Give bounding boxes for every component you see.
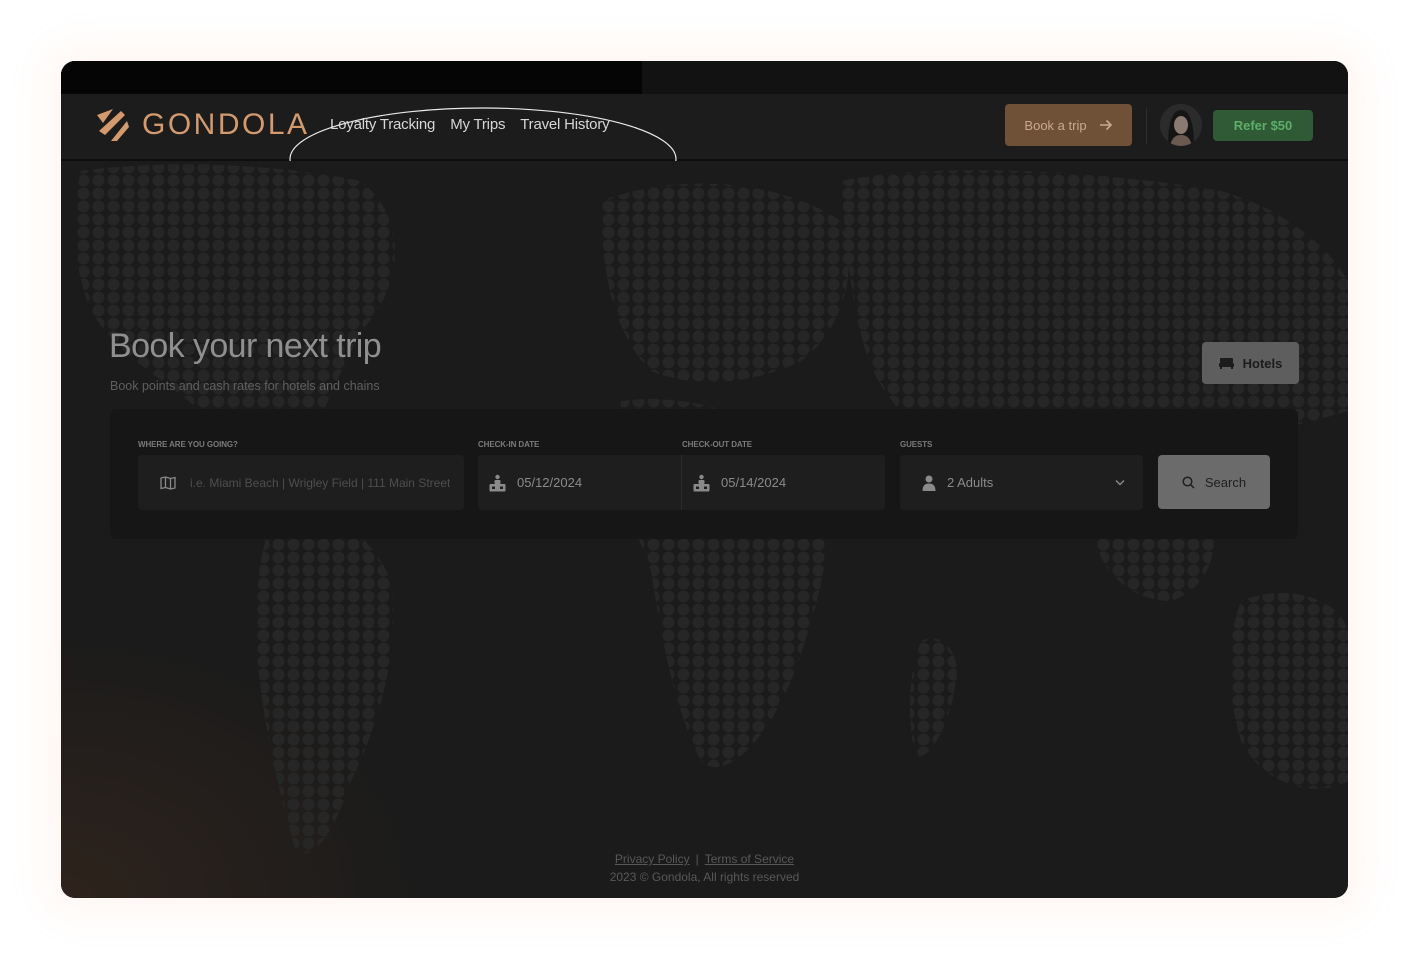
checkin-icon [489, 474, 506, 491]
footer: Privacy Policy | Terms of Service 2023 ©… [61, 852, 1348, 884]
search-label: Search [1204, 474, 1247, 490]
arrow-right-icon [1099, 119, 1112, 131]
checkin-label: CHECK-IN DATE [478, 440, 540, 449]
copyright-text: 2023 © Gondola, All rights reserved [609, 870, 800, 884]
map-icon [160, 475, 176, 490]
gondola-logo-icon [97, 109, 129, 141]
book-trip-button[interactable]: Book a trip [1005, 104, 1132, 146]
checkout-field[interactable]: 05/14/2024 [682, 455, 885, 510]
user-photo-icon [1160, 104, 1202, 146]
search-panel: WHERE ARE YOU GOING? CHECK-IN DATE 05/12… [110, 409, 1298, 539]
footer-separator: | [695, 852, 699, 866]
checkin-field[interactable]: 05/12/2024 [478, 455, 681, 510]
app-window: GONDOLA Loyalty Tracking My Trips Travel… [61, 61, 1348, 898]
refer-button[interactable]: Refer $50 [1213, 110, 1313, 141]
person-icon [922, 475, 936, 491]
chevron-down-icon [1115, 480, 1125, 486]
header-divider [1146, 108, 1147, 144]
search-icon [1182, 475, 1195, 489]
hotels-label: Hotels [1242, 355, 1283, 371]
brand-logo[interactable]: GONDOLA [95, 107, 310, 143]
destination-label: WHERE ARE YOU GOING? [138, 440, 238, 449]
guests-value: 2 Adults [947, 475, 994, 490]
privacy-policy-link[interactable]: Privacy Policy [615, 852, 690, 866]
avatar[interactable] [1160, 104, 1202, 146]
terms-of-service-link[interactable]: Terms of Service [705, 852, 794, 866]
checkout-icon [693, 474, 710, 491]
checkout-value: 05/14/2024 [721, 475, 787, 490]
book-trip-label: Book a trip [1024, 117, 1087, 133]
hero-section: Book your next trip Book points and cash… [61, 161, 1348, 898]
guests-label: GUESTS [900, 440, 933, 449]
checkin-value: 05/12/2024 [517, 475, 583, 490]
checkout-label: CHECK-OUT DATE [682, 440, 753, 449]
page-subtitle: Book points and cash rates for hotels an… [110, 379, 380, 393]
brand-name: GONDOLA [142, 108, 310, 141]
destination-input[interactable] [188, 474, 452, 491]
bed-icon [1218, 358, 1234, 369]
guests-select[interactable]: 2 Adults [900, 455, 1143, 510]
destination-field[interactable] [138, 455, 464, 510]
navbar: GONDOLA Loyalty Tracking My Trips Travel… [61, 94, 1348, 211]
page-title: Book your next trip [109, 327, 382, 365]
search-button[interactable]: Search [1158, 455, 1270, 509]
hotels-button[interactable]: Hotels [1202, 342, 1299, 384]
refer-label: Refer $50 [1233, 118, 1293, 133]
top-strip [61, 61, 1348, 94]
